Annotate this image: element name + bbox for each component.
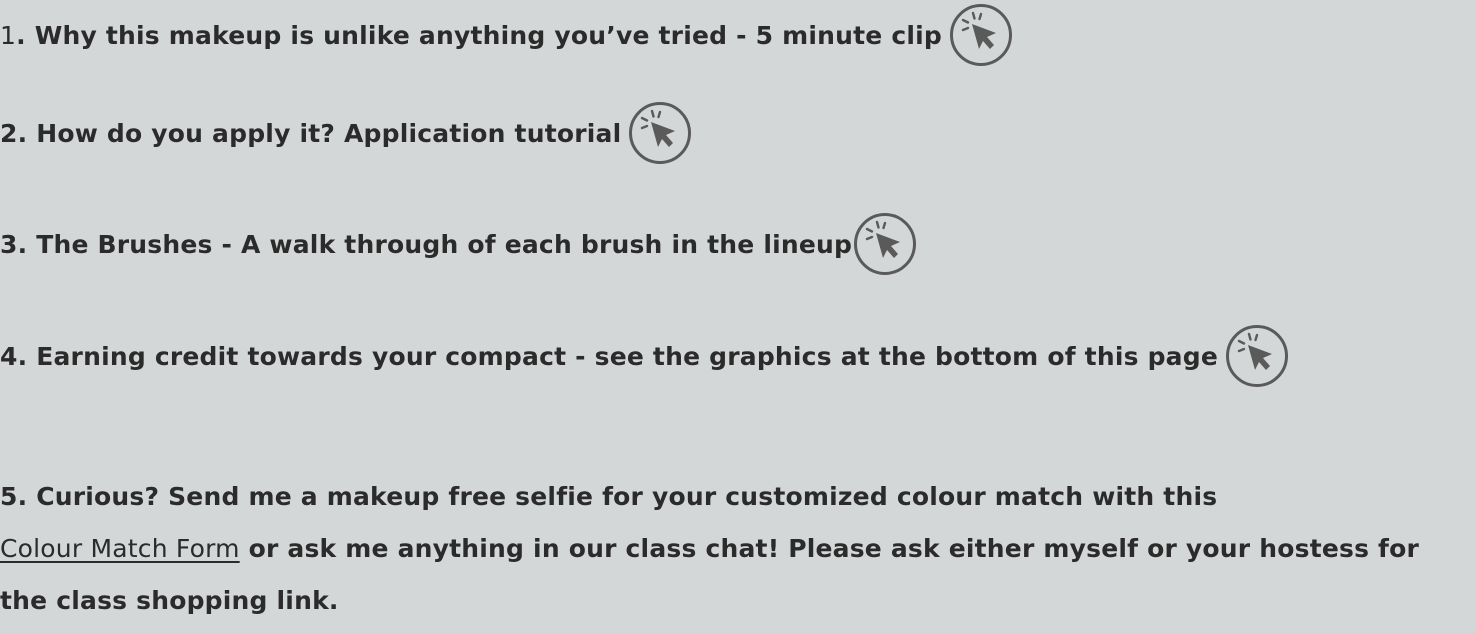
click-cursor-icon[interactable] [627,100,693,166]
list-item-1-separator: . [16,20,26,50]
list-item-1-label: Why this makeup is unlike anything you’v… [25,20,942,50]
click-cursor-icon[interactable] [852,211,918,277]
list-item-2-text: 2. How do you apply it? Application tuto… [0,118,622,148]
closing-paragraph: 5. Curious? Send me a makeup free selfie… [0,471,1470,627]
click-cursor-icon[interactable] [948,2,1014,68]
list-item-1-text: 1. Why this makeup is unlike anything yo… [0,21,942,50]
list-item-4: 4. Earning credit towards your compact -… [0,323,1290,389]
list-item-1-number: 1 [0,20,17,50]
closing-text-start: 5. Curious? Send me a makeup free selfie… [0,482,1218,511]
colour-match-form-link[interactable]: Colour Match Form [0,534,240,563]
click-cursor-icon[interactable] [1224,323,1290,389]
list-item-1: 1. Why this makeup is unlike anything yo… [0,2,1014,68]
page: 1. Why this makeup is unlike anything yo… [0,0,1476,633]
list-item-2: 2. How do you apply it? Application tuto… [0,100,693,166]
list-item-3: 3. The Brushes - A walk through of each … [0,211,918,277]
list-item-4-text: 4. Earning credit towards your compact -… [0,341,1218,371]
list-item-3-text: 3. The Brushes - A walk through of each … [0,229,853,259]
